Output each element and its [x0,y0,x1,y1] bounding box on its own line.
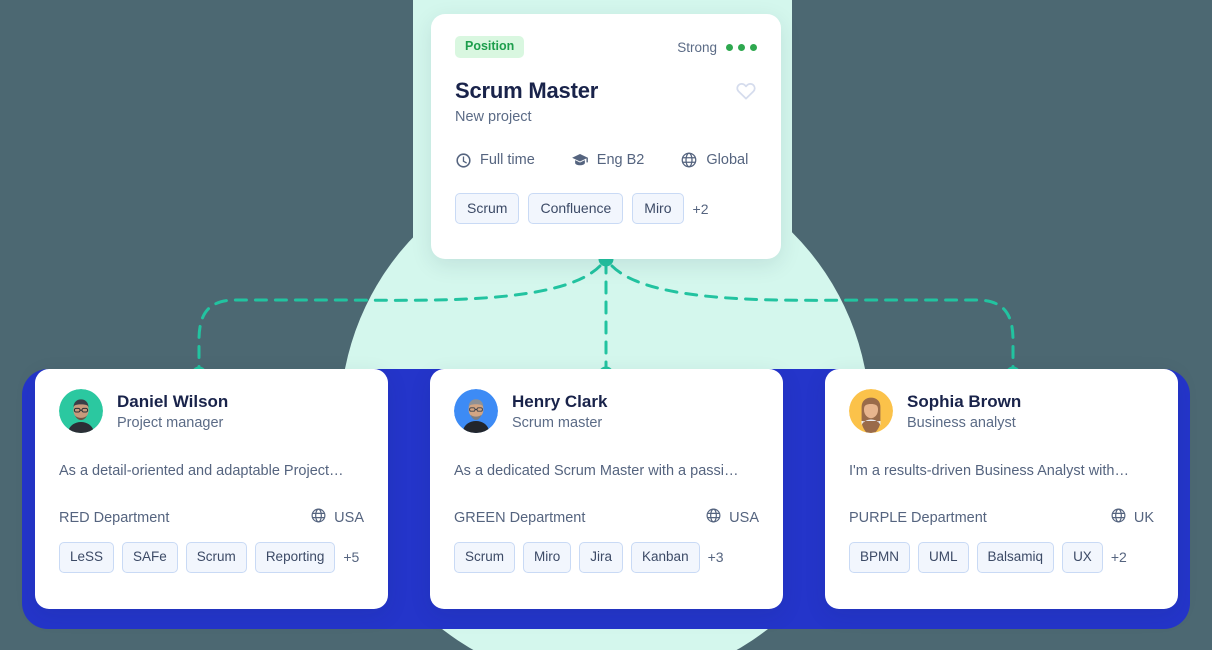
person-card-header: Henry Clark Scrum master [454,389,759,433]
person-skill-chips: Scrum Miro Jira Kanban +3 [454,542,759,573]
skill-chip[interactable]: Kanban [631,542,700,573]
strength-dots [726,43,757,51]
skill-chip[interactable]: Jira [579,542,624,573]
skill-chip[interactable]: Miro [523,542,572,573]
position-skill-chips: Scrum Confluence Miro +2 [455,193,757,224]
country-label-group: USA [310,507,364,528]
skill-chip[interactable]: Scrum [455,193,520,224]
person-skill-chips: LeSS SAFe Scrum Reporting +5 [59,542,364,573]
skill-chip[interactable]: Scrum [185,542,247,573]
avatar [849,389,893,433]
skill-chip[interactable]: LeSS [59,542,115,573]
country-label-group: USA [705,507,759,528]
person-identity: Henry Clark Scrum master [512,392,607,431]
clock-icon [455,152,472,169]
skill-chip-more[interactable]: +2 [1111,549,1127,565]
person-dept-row: RED Department USA [59,507,364,528]
person-skill-chips: BPMN UML Balsamiq UX +2 [849,542,1154,573]
diagram-stage: Position Strong Scrum Master New project [0,0,1212,650]
skill-chip-more[interactable]: +2 [693,201,709,217]
department-label: RED Department [59,509,170,526]
graduation-cap-icon [571,151,589,169]
person-identity: Sophia Brown Business analyst [907,392,1021,431]
strength-label: Strong [677,39,717,55]
person-identity: Daniel Wilson Project manager [117,392,228,431]
meta-location-label: Global [706,152,749,168]
skill-chip[interactable]: Balsamiq [976,542,1055,573]
page-title: Scrum Master [455,78,599,103]
person-card[interactable]: Daniel Wilson Project manager As a detai… [35,369,388,609]
meta-location: Global [680,151,748,169]
position-title-block: Scrum Master New project [455,78,598,125]
department-label: PURPLE Department [849,509,987,526]
globe-icon [1110,507,1127,528]
globe-icon [310,507,327,528]
person-card[interactable]: Henry Clark Scrum master As a dedicated … [430,369,783,609]
person-role: Scrum master [512,414,603,431]
person-role: Project manager [117,414,224,431]
globe-icon [680,151,698,169]
strength-dot [738,43,745,51]
country-label: UK [1133,509,1154,526]
skill-chip[interactable]: SAFe [122,542,178,573]
skill-chip-more[interactable]: +3 [708,549,724,565]
person-bio: As a detail-oriented and adaptable Proje… [59,463,344,479]
person-card-header: Daniel Wilson Project manager [59,389,364,433]
position-card[interactable]: Position Strong Scrum Master New project [431,14,781,259]
meta-full-time-label: Full time [480,152,535,168]
strength-dot [750,43,757,51]
strength-dot [726,43,733,51]
skill-chip[interactable]: Confluence [528,193,624,224]
avatar [59,389,103,433]
person-bio: As a dedicated Scrum Master with a passi… [454,463,739,479]
skill-chip[interactable]: Reporting [254,542,336,573]
position-subtitle: New project [455,109,532,125]
person-role: Business analyst [907,414,1016,431]
status-badge: Position [455,36,525,58]
position-meta-row: Full time Eng B2 Global [455,151,757,169]
heart-icon[interactable] [735,80,757,102]
avatar [454,389,498,433]
country-label-group: UK [1110,507,1154,528]
person-name: Sophia Brown [907,391,1022,411]
position-card-header: Position Strong [455,36,757,58]
country-label: USA [334,509,364,526]
skill-chip[interactable]: Miro [632,193,684,224]
person-card-header: Sophia Brown Business analyst [849,389,1154,433]
country-label: USA [729,509,759,526]
person-dept-row: PURPLE Department UK [849,507,1154,528]
person-dept-row: GREEN Department USA [454,507,759,528]
department-label: GREEN Department [454,509,586,526]
skill-chip[interactable]: BPMN [849,542,911,573]
meta-language-label: Eng B2 [596,152,645,168]
meta-language: Eng B2 [571,151,645,169]
skill-chip[interactable]: UX [1062,542,1103,573]
skill-chip[interactable]: Scrum [454,542,516,573]
meta-full-time: Full time [455,152,535,169]
skill-chip[interactable]: UML [918,542,969,573]
skill-chip-more[interactable]: +5 [343,549,359,565]
person-card[interactable]: Sophia Brown Business analyst I'm a resu… [825,369,1178,609]
person-name: Henry Clark [512,391,608,411]
person-bio: I'm a results-driven Business Analyst wi… [849,463,1129,479]
strength-indicator: Strong [677,40,757,55]
position-title-row: Scrum Master New project [455,78,757,125]
person-name: Daniel Wilson [117,391,229,411]
globe-icon [705,507,722,528]
